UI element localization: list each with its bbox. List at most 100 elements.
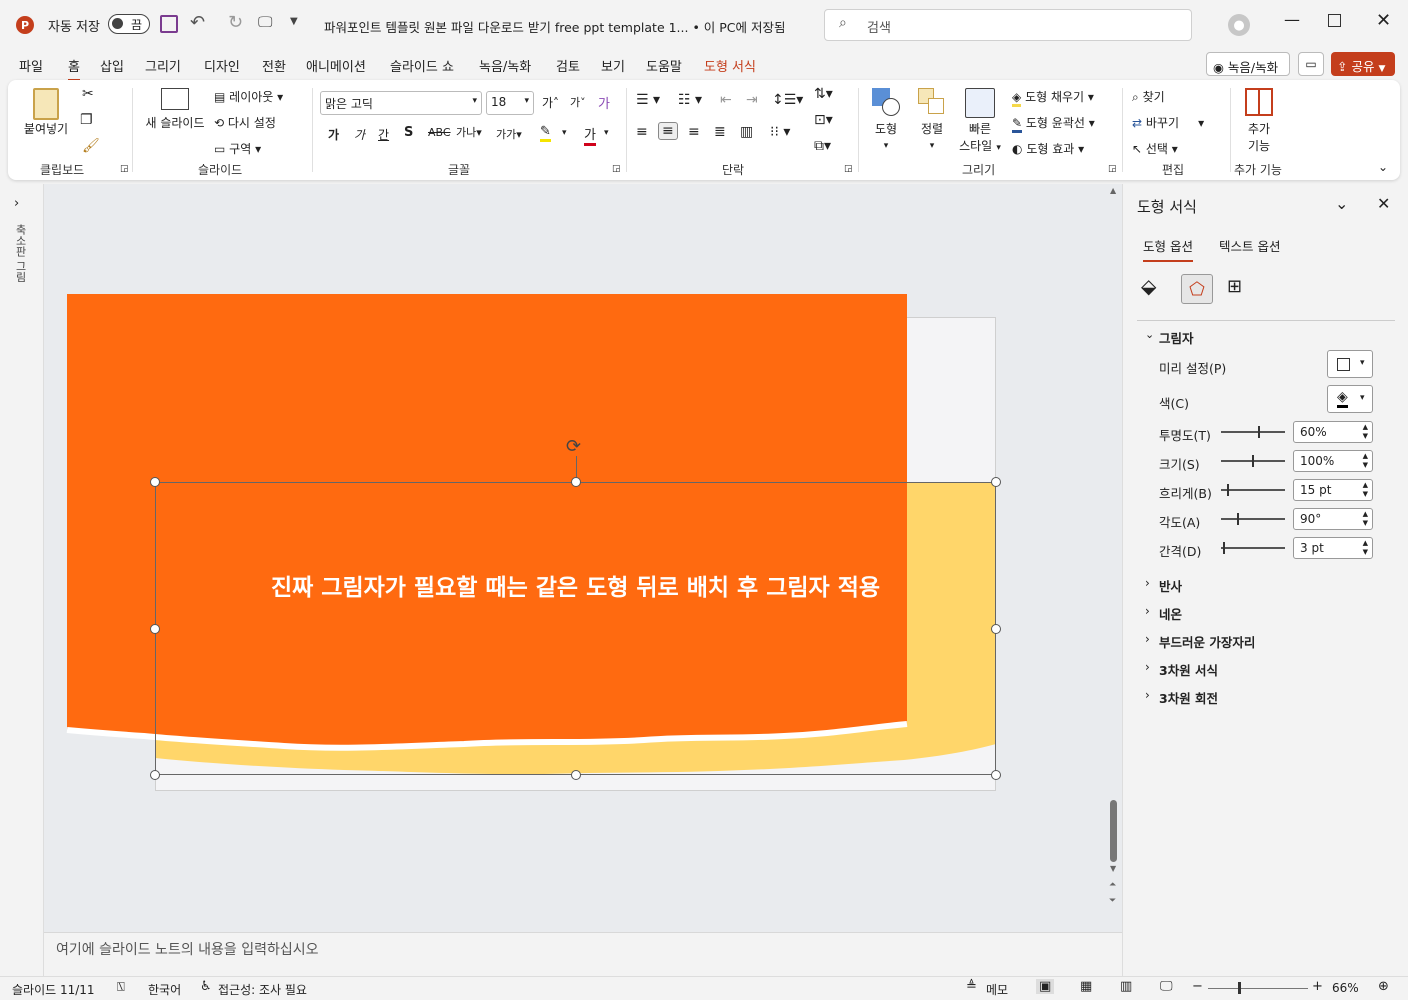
spinner-icon[interactable]: ▲ ▼ [1363,423,1368,441]
font-size-select[interactable]: 18 ▾ [486,91,534,115]
bold-icon[interactable]: 가 [328,126,339,143]
section-expand-icon[interactable]: ⌄ [1145,328,1154,341]
cut-icon[interactable]: ✂ [82,86,94,102]
shadow-property-input[interactable]: 100% ▲ ▼ [1293,450,1373,472]
slider-thumb[interactable] [1258,426,1260,438]
select-button[interactable]: ↖ 선택 ▾ [1132,140,1178,157]
tab-help[interactable]: 도움말 [646,56,682,75]
vertical-scrollbar[interactable]: ▲ ▼ ⏶ ⏷ [1108,184,1120,932]
font-launcher-icon[interactable]: ◲ [612,164,621,174]
shapes-button[interactable]: 도형 ▾ [866,86,906,152]
find-button[interactable]: ⌕ 찾기 [1132,88,1165,105]
slide-canvas[interactable]: ⟳ 진짜 그림자가 필요할 때는 같은 도형 뒤로 배치 후 그림자 적용 ▲ … [44,184,1122,932]
text-direction-icon[interactable]: ⇅▾ [814,86,833,102]
align-left-icon[interactable]: ≡ [636,124,648,140]
align-center-icon[interactable]: ≡ [658,122,678,140]
slide-sorter-icon[interactable]: ▦ [1080,979,1092,994]
arrange-button[interactable]: 정렬 ▾ [912,86,952,152]
share-button[interactable]: ⇪ 공유 ▼ [1331,52,1395,76]
underline-icon[interactable]: 간 [378,126,389,143]
comments-icon[interactable]: ▭ [1298,52,1324,76]
tab-view[interactable]: 보기 [601,56,625,75]
clear-format-icon[interactable]: 가 [598,93,610,112]
shape-outline-button[interactable]: ✎ 도형 윤곽선 ▾ [1012,114,1095,133]
tab-home[interactable]: 홈 [68,56,80,82]
shadow-property-input[interactable]: 90° ▲ ▼ [1293,508,1373,530]
scroll-down-icon[interactable]: ▼ [1110,864,1116,873]
highlight-icon[interactable]: ✎ [540,124,551,142]
char-spacing-icon[interactable]: 가나▾ [456,124,482,140]
decrease-font-icon[interactable]: 가˅ [570,94,586,110]
paragraph-launcher-icon[interactable]: ◲ [844,164,853,174]
shadow-property-input[interactable]: 60% ▲ ▼ [1293,421,1373,443]
clipboard-launcher-icon[interactable]: ◲ [120,164,129,174]
tab-animations[interactable]: 애니메이션 [306,56,366,75]
decrease-indent-icon[interactable]: ⇤ [720,92,732,108]
shadow-property-slider[interactable] [1221,455,1285,467]
shape-fill-button[interactable]: ◈ 도형 채우기 ▾ [1012,88,1094,107]
notes-area[interactable]: 여기에 슬라이드 노트의 내용을 입력하십시오 [44,932,1122,976]
tab-text-options[interactable]: 텍스트 옵션 [1219,236,1280,255]
reading-view-icon[interactable]: ▥ [1120,979,1132,994]
justify-icon[interactable]: ≣ [714,124,726,140]
layout-button[interactable]: ▤ 레이아웃 ▾ [214,88,283,105]
slider-thumb[interactable] [1227,484,1229,496]
pane-options-icon[interactable]: ⌄ [1335,194,1348,213]
drawing-launcher-icon[interactable]: ◲ [1108,164,1117,174]
slider-thumb[interactable] [1252,455,1254,467]
shadow-color-dropdown[interactable]: ◈ ▾ [1327,385,1373,413]
shadow-property-input[interactable]: 3 pt ▲ ▼ [1293,537,1373,559]
slider-thumb[interactable] [1223,542,1225,554]
minimize-icon[interactable]: — [1284,10,1300,29]
shadow-property-slider[interactable] [1221,513,1285,525]
zoom-out-icon[interactable]: − [1192,979,1203,994]
tab-insert[interactable]: 삽입 [100,56,124,75]
increase-font-icon[interactable]: 가˄ [542,94,559,111]
resize-handle-bl[interactable] [150,770,160,780]
spinner-icon[interactable]: ▲ ▼ [1363,452,1368,470]
slideshow-view-icon[interactable]: 🖵 [1160,979,1173,994]
document-title[interactable]: 파워포인트 템플릿 원본 파일 다운로드 받기 free ppt templat… [324,17,786,36]
tab-record[interactable]: 녹음/녹화 [479,56,531,75]
line-spacing-icon[interactable]: ↕☰▾ [772,92,803,108]
column-spacing-icon[interactable]: ⁝⁝ ▾ [770,124,790,140]
shadow-property-slider[interactable] [1221,542,1285,554]
tab-shape-options[interactable]: 도형 옵션 [1143,236,1193,262]
resize-handle-ml[interactable] [150,624,160,634]
shadow-section[interactable]: 그림자 [1159,328,1194,347]
thumbnail-strip[interactable]: › 축소판 그림 [0,184,44,976]
next-slide-icon[interactable]: ⏷ [1109,896,1116,906]
effects-pentagon-icon[interactable]: ⬠ [1181,274,1213,304]
normal-view-icon[interactable]: ▣ [1036,979,1055,994]
slide-text[interactable]: 진짜 그림자가 필요할 때는 같은 도형 뒤로 배치 후 그림자 적용 [155,568,996,602]
tab-draw[interactable]: 그리기 [145,56,181,75]
addins-button[interactable]: 추가 기능 [1238,86,1280,154]
redo-icon[interactable]: ↻ [228,12,243,33]
zoom-slider-thumb[interactable] [1238,982,1241,994]
resize-handle-mr[interactable] [991,624,1001,634]
strikethrough-icon[interactable]: ABC [428,126,451,139]
save-icon[interactable] [160,15,178,33]
align-right-icon[interactable]: ≡ [688,124,700,140]
size-properties-icon[interactable]: ⊞ [1227,276,1242,297]
selection-frame[interactable] [155,482,996,775]
spinner-icon[interactable]: ▲ ▼ [1363,510,1368,528]
pane-close-icon[interactable]: ✕ [1377,194,1390,213]
language[interactable]: 한국어 [148,981,181,998]
resize-handle-tl[interactable] [150,477,160,487]
resize-handle-br[interactable] [991,770,1001,780]
tab-review[interactable]: 검토 [556,56,580,75]
copy-icon[interactable]: ❐ [80,112,93,128]
prev-slide-icon[interactable]: ⏶ [1109,880,1116,890]
new-slide-button[interactable]: 새 슬라이드 [140,86,210,150]
tab-transitions[interactable]: 전환 [262,56,286,75]
shape-effects-button[interactable]: ◐ 도형 효과 ▾ [1012,140,1084,157]
section-button[interactable]: ▭ 구역 ▾ [214,140,261,157]
present-icon[interactable]: 🖵 [258,13,272,31]
record-button[interactable]: ◉ 녹음/녹화 [1206,52,1290,76]
paste-button[interactable]: 붙여넣기 [20,86,72,150]
change-case-icon[interactable]: 가가▾ [496,126,522,142]
maximize-icon[interactable] [1328,14,1341,27]
increase-indent-icon[interactable]: ⇥ [746,92,758,108]
fit-slide-icon[interactable]: ⊕ [1378,979,1389,994]
